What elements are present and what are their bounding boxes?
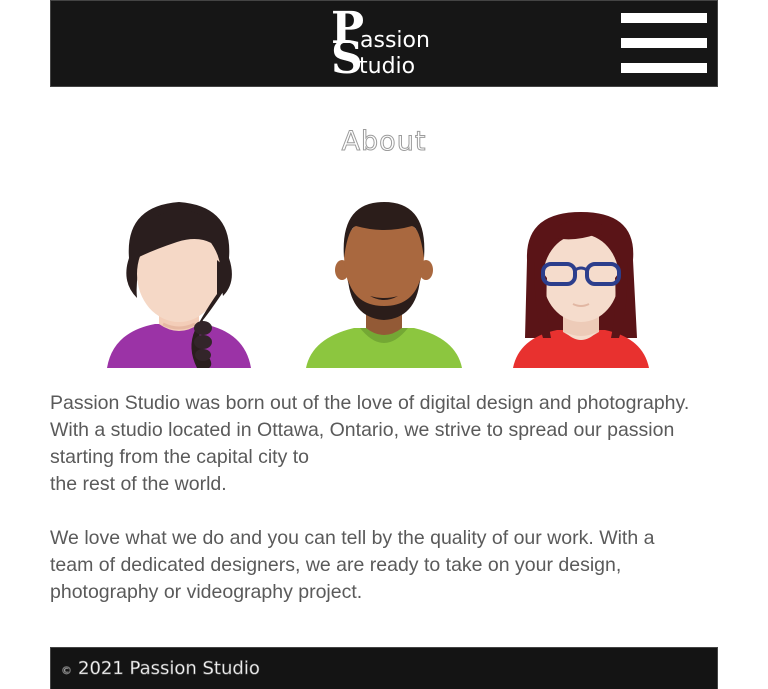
logo-text-line1: assion (360, 28, 430, 53)
site-footer: © 2021 Passion Studio (50, 647, 718, 689)
text-line: the rest of the world. (50, 473, 227, 495)
text-line: starting from the capital city to (50, 446, 310, 468)
woman-glasses-avatar-icon (505, 198, 665, 368)
text-line: Passion Studio was born out of the love … (50, 392, 690, 414)
menu-bar-top (621, 13, 707, 23)
menu-bar-bottom (621, 63, 707, 73)
text-line: We love what we do and you can tell by t… (50, 527, 655, 549)
logo-text-line2: tudio (359, 54, 416, 79)
text-line: team of dedicated designers, we are read… (50, 554, 622, 576)
about-text: Passion Studio was born out of the love … (50, 390, 720, 606)
copyright-symbol: © (61, 664, 73, 678)
copyright-text: © 2021 Passion Studio (61, 658, 260, 680)
hamburger-menu-icon[interactable] (621, 13, 707, 73)
passion-studio-logo[interactable]: P assion S tudio (327, 7, 447, 81)
copyright-label: 2021 Passion Studio (78, 658, 260, 680)
man-beard-avatar-icon (304, 198, 464, 368)
about-paragraph-1: Passion Studio was born out of the love … (50, 390, 720, 498)
about-paragraph-2: We love what we do and you can tell by t… (50, 525, 720, 606)
page-title: About (341, 126, 427, 158)
woman-braid-avatar-icon (99, 198, 259, 368)
text-line: With a studio located in Ottawa, Ontario… (50, 419, 675, 441)
site-header: P assion S tudio (50, 0, 718, 87)
text-line: photography or videography project. (50, 581, 363, 603)
logo-letter-s: S (331, 33, 363, 84)
menu-bar-middle (621, 38, 707, 48)
